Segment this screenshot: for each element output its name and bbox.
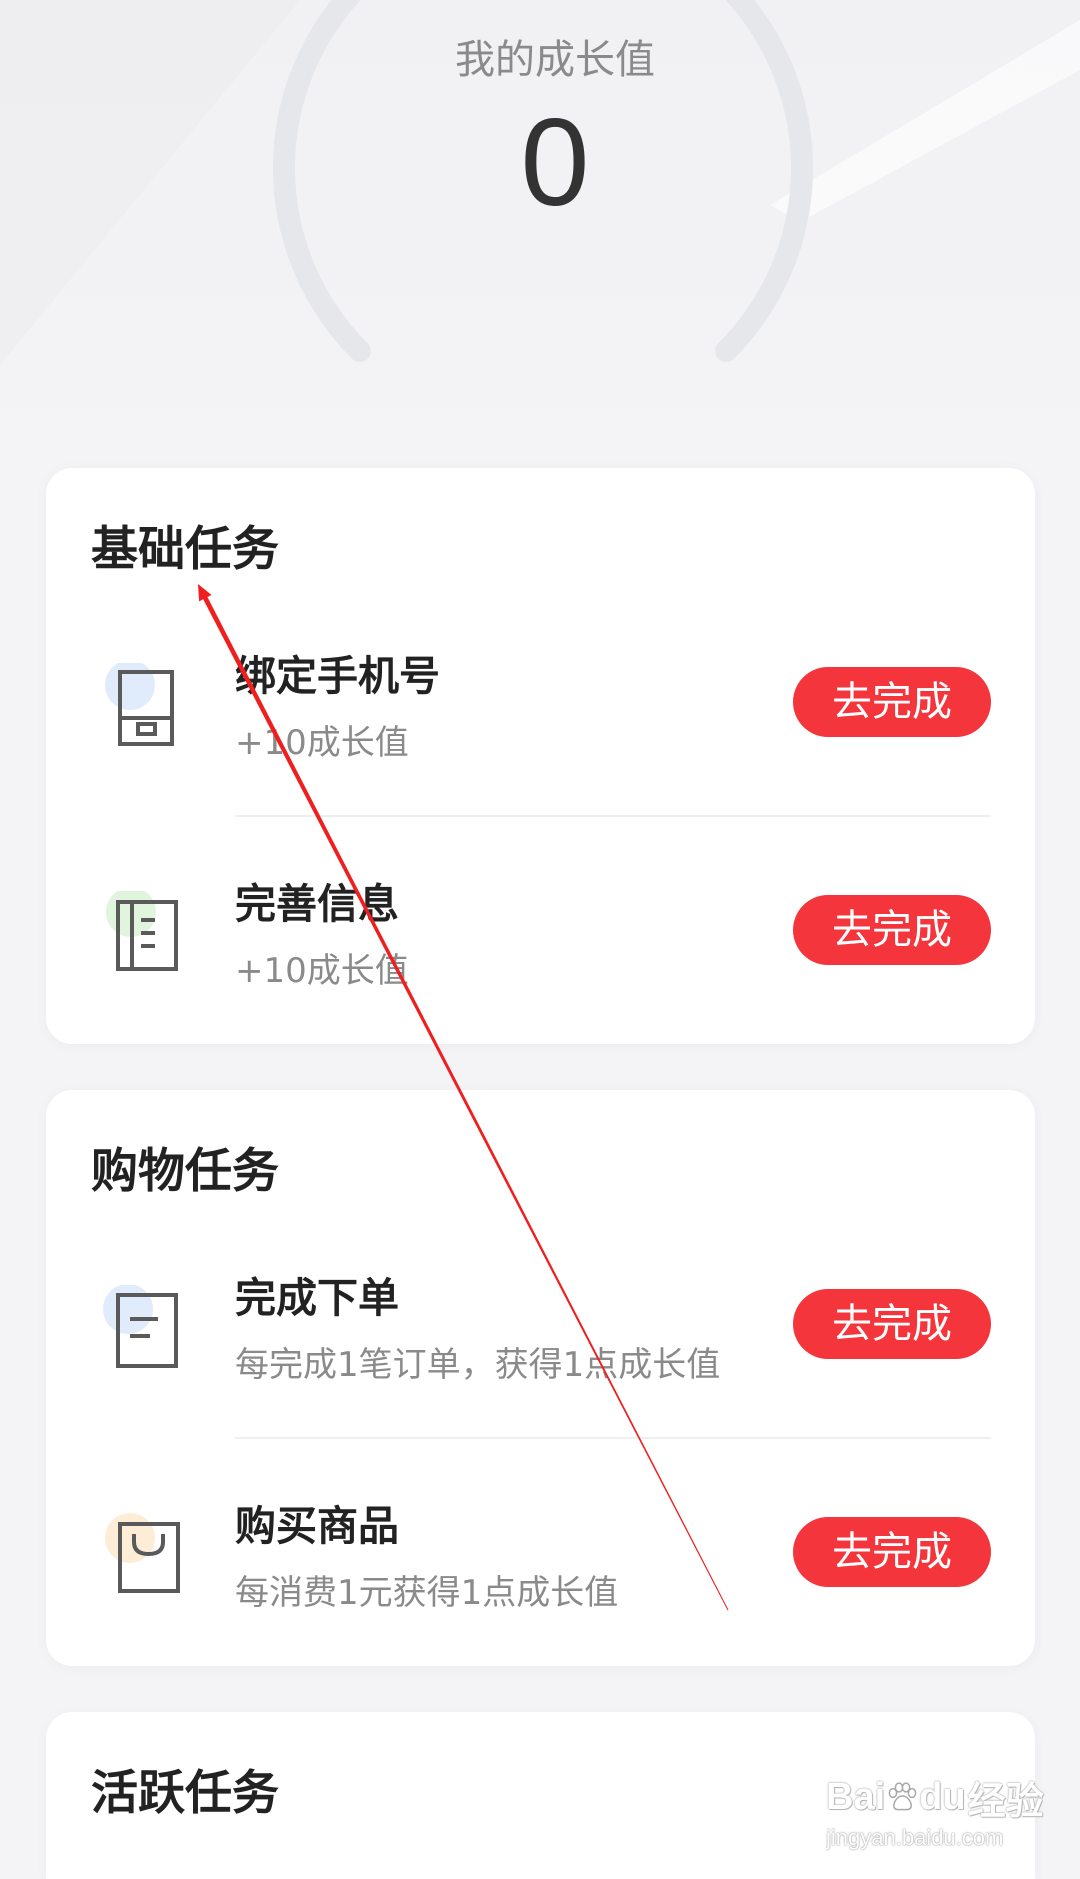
task-name: 购买商品 (235, 1502, 399, 1550)
section-title: 活跃任务 (91, 1766, 279, 1821)
task-text: 完善信息 +10成长值 (235, 881, 793, 991)
complete-task-button[interactable]: 去完成 (793, 1517, 991, 1587)
task-list: 绑定手机号 +10成长值 去完成 完善信息 +10成长值 去完成 (46, 588, 1035, 1044)
profile-book-icon (106, 891, 178, 971)
complete-task-button[interactable]: 去完成 (793, 1289, 991, 1359)
task-reward: +10成长值 (235, 723, 409, 763)
task-reward: 每消费1元获得1点成长值 (235, 1573, 619, 1613)
task-section-shopping: 购物任务 完成下单 每完成1笔订单，获得1点成长值 去完成 购买商品 每消费1元… (46, 1090, 1035, 1666)
task-text: 绑定手机号 +10成长值 (235, 653, 793, 763)
task-item-complete-profile: 完善信息 +10成长值 去完成 (46, 815, 1035, 1044)
task-section-basic: 基础任务 绑定手机号 +10成长值 去完成 完善信息 +10成长值 去完成 (46, 468, 1035, 1044)
section-title: 基础任务 (91, 522, 279, 577)
task-reward: +10成长值 (235, 951, 409, 991)
task-name: 完成下单 (235, 1274, 399, 1322)
task-list: 完成下单 每完成1笔订单，获得1点成长值 去完成 购买商品 每消费1元获得1点成… (46, 1210, 1035, 1666)
task-item-bind-phone: 绑定手机号 +10成长值 去完成 (46, 588, 1035, 816)
growth-value: 0 (520, 94, 590, 232)
task-item-place-order: 完成下单 每完成1笔订单，获得1点成长值 去完成 (46, 1210, 1035, 1438)
task-reward: 每完成1笔订单，获得1点成长值 (235, 1345, 721, 1385)
phone-icon (105, 663, 174, 746)
growth-label: 我的成长值 (455, 37, 655, 83)
order-document-icon (103, 1285, 178, 1368)
task-item-buy-goods: 购买商品 每消费1元获得1点成长值 去完成 (46, 1437, 1035, 1666)
task-text: 完成下单 每完成1笔订单，获得1点成长值 (235, 1275, 793, 1385)
task-name: 完善信息 (235, 880, 399, 928)
complete-task-button[interactable]: 去完成 (793, 667, 991, 737)
shopping-bag-icon (105, 1513, 180, 1593)
task-name: 绑定手机号 (235, 652, 440, 700)
section-title: 购物任务 (91, 1144, 279, 1199)
task-section-active: 活跃任务 (46, 1712, 1035, 1879)
growth-tasks-page: 我的成长值 0 基础任务 绑定手机号 +10成长值 去完成 完善信息 +10成长… (0, 0, 1080, 1879)
task-text: 购买商品 每消费1元获得1点成长值 (235, 1503, 793, 1613)
complete-task-button[interactable]: 去完成 (793, 895, 991, 965)
